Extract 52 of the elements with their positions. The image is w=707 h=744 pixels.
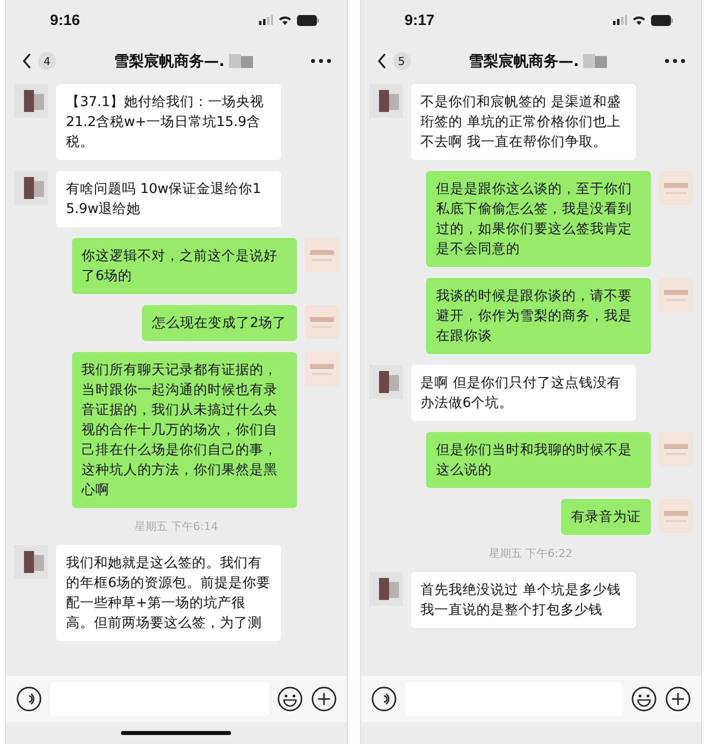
wifi-icon [632, 15, 646, 25]
signal-icon [258, 15, 272, 25]
avatar [368, 365, 402, 399]
battery-icon [296, 14, 318, 26]
emoji-icon[interactable] [276, 686, 302, 712]
message-bubble: 【37.1】她付给我们：一场央视21.2含税w+一场日常坑15.9含税。 [56, 84, 281, 160]
message-bubble: 但是是跟你这么谈的，至于你们私底下偷偷怎么签，我是没看到过的，如果你们要这么签我肯定是不会同意的 [426, 171, 651, 267]
timestamp: 星期五 下午6:22 [488, 546, 574, 561]
message-bubble: 你这逻辑不对，之前这个是说好了6场的 [72, 238, 296, 294]
message-bubble: 是啊 但是你们只付了这点钱没有办法做6个坑。 [410, 365, 636, 421]
more-icon[interactable] [665, 59, 685, 63]
mosaic-blur [228, 54, 253, 68]
chat-title: 雪梨宸帆商务—. [468, 52, 580, 70]
timestamp: 星期五 下午6:14 [134, 519, 219, 534]
message-bubble: 怎么现在变成了2场了 [142, 305, 296, 341]
message-bubble: 我们和她就是这么签的。我们有的年框6场的资源包。前提是你要配一些种草+第一场的坑产很高。但前两场要这么签，为了测 [56, 545, 281, 641]
avatar [659, 171, 693, 205]
avatar [304, 352, 338, 386]
message-bubble: 首先我绝没说过 单个坑是多少钱我一直说的是整个打包多少钱 [410, 572, 636, 628]
message-bubble: 有录音为证 [561, 499, 651, 535]
message-bubble: 不是你们和宸帆签的 是渠道和盛珩签的 单坑的正常价格你们也上不去啊 我一直在帮你们争取。 [410, 84, 636, 160]
avatar [14, 84, 48, 118]
emoji-icon[interactable] [631, 686, 657, 712]
avatar [368, 84, 402, 118]
status-time: 9:16 [50, 12, 80, 28]
back-icon[interactable] [22, 53, 32, 69]
status-time: 9:17 [404, 12, 435, 28]
avatar [304, 238, 338, 272]
avatar [659, 499, 693, 533]
more-icon[interactable] [310, 59, 330, 63]
unread-count-badge: 4 [38, 52, 56, 70]
avatar [368, 572, 402, 606]
wifi-icon [278, 15, 292, 25]
message-bubble: 但是你们当时和我聊的时候不是这么说的 [426, 432, 651, 488]
voice-icon[interactable] [370, 686, 396, 712]
unread-count-badge: 5 [392, 52, 410, 70]
avatar [14, 545, 48, 579]
message-bubble: 有啥问题吗 10w保证金退给你15.9w退给她 [56, 171, 281, 227]
mosaic-blur [583, 54, 608, 68]
chat-title: 雪梨宸帆商务—. [114, 52, 225, 70]
avatar [14, 171, 48, 205]
voice-icon[interactable] [16, 686, 42, 712]
signal-icon [613, 15, 627, 25]
avatar [659, 278, 693, 312]
plus-icon[interactable] [310, 686, 336, 712]
plus-icon[interactable] [665, 686, 691, 712]
back-icon[interactable] [376, 53, 386, 69]
avatar [659, 432, 693, 466]
message-bubble: 我谈的时候是跟你谈的，请不要避开，你作为雪梨的商务，我是在跟你谈 [426, 278, 651, 354]
battery-icon [651, 14, 673, 26]
message-bubble: 我们所有聊天记录都有证据的，当时跟你一起沟通的时候也有录音证据的，我们从未搞过什么央视的合作十几万的场次，你们自己排在什么场是你们自己的事，这种坑人的方法，你们果然是黑心啊 [72, 352, 296, 508]
avatar [304, 305, 338, 339]
